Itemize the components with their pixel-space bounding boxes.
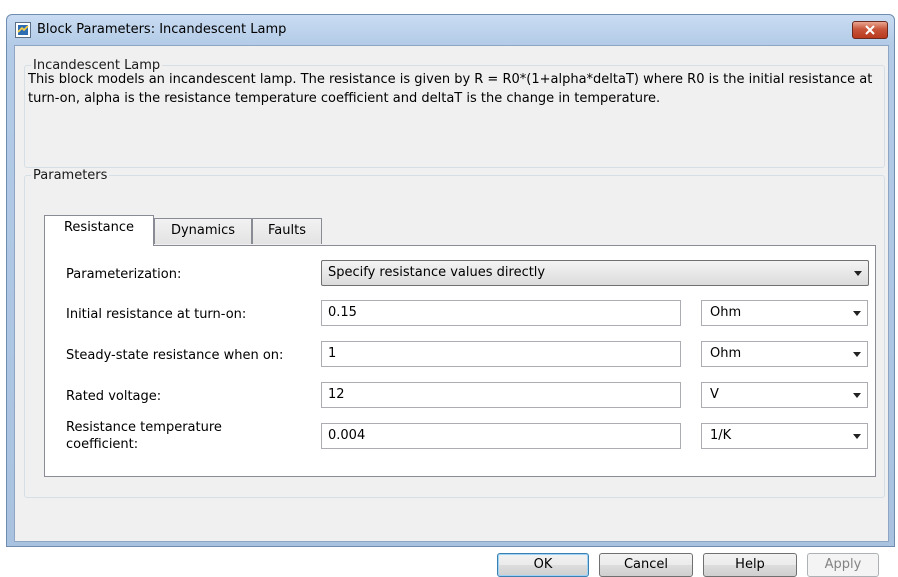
- resistance-tab-panel: Parameterization: Specify resistance val…: [44, 245, 876, 477]
- chevron-down-icon: [853, 393, 861, 398]
- rated-voltage-unit: V: [710, 387, 719, 402]
- title-bar[interactable]: Block Parameters: Incandescent Lamp: [7, 15, 894, 45]
- initial-resistance-label: Initial resistance at turn-on:: [66, 307, 247, 322]
- dialog-body: Incandescent Lamp This block models an i…: [14, 45, 889, 577]
- chevron-down-icon: [854, 271, 862, 276]
- steady-state-resistance-label: Steady-state resistance when on:: [66, 348, 284, 363]
- parameters-legend: Parameters: [33, 168, 108, 183]
- chevron-down-icon: [853, 311, 861, 316]
- steady-state-resistance-input[interactable]: 1: [321, 341, 681, 367]
- temperature-coefficient-input[interactable]: 0.004: [321, 423, 681, 449]
- initial-resistance-input[interactable]: 0.15: [321, 300, 681, 326]
- dialog-window: Block Parameters: Incandescent Lamp Inca…: [6, 14, 895, 577]
- cancel-button[interactable]: Cancel: [599, 553, 693, 577]
- close-button[interactable]: [852, 21, 888, 39]
- steady-state-resistance-unit-select[interactable]: Ohm: [701, 341, 868, 367]
- steady-state-resistance-unit: Ohm: [710, 346, 742, 361]
- ok-button[interactable]: OK: [497, 553, 589, 577]
- temperature-coefficient-label: Resistance temperature coefficient:: [66, 420, 222, 452]
- initial-resistance-unit-select[interactable]: Ohm: [701, 300, 868, 326]
- rated-voltage-input[interactable]: 12: [321, 382, 681, 408]
- chevron-down-icon: [853, 352, 861, 357]
- temperature-coefficient-unit-select[interactable]: 1/K: [701, 423, 868, 449]
- simulink-block-icon: [15, 22, 31, 38]
- window-title: Block Parameters: Incandescent Lamp: [37, 22, 287, 37]
- parameterization-value: Specify resistance values directly: [328, 265, 546, 280]
- tab-dynamics[interactable]: Dynamics: [154, 218, 252, 244]
- tab-resistance[interactable]: Resistance: [44, 215, 154, 246]
- apply-button[interactable]: Apply: [807, 553, 879, 577]
- temperature-coefficient-unit: 1/K: [710, 428, 732, 443]
- parameterization-select[interactable]: Specify resistance values directly: [321, 260, 869, 286]
- rated-voltage-label: Rated voltage:: [66, 389, 162, 404]
- close-icon: [865, 25, 875, 35]
- chevron-down-icon: [853, 434, 861, 439]
- rated-voltage-unit-select[interactable]: V: [701, 382, 868, 408]
- help-button[interactable]: Help: [703, 553, 797, 577]
- block-description: This block models an incandescent lamp. …: [28, 72, 873, 106]
- initial-resistance-unit: Ohm: [710, 305, 742, 320]
- parameterization-label: Parameterization:: [66, 267, 182, 282]
- tab-faults[interactable]: Faults: [252, 218, 322, 244]
